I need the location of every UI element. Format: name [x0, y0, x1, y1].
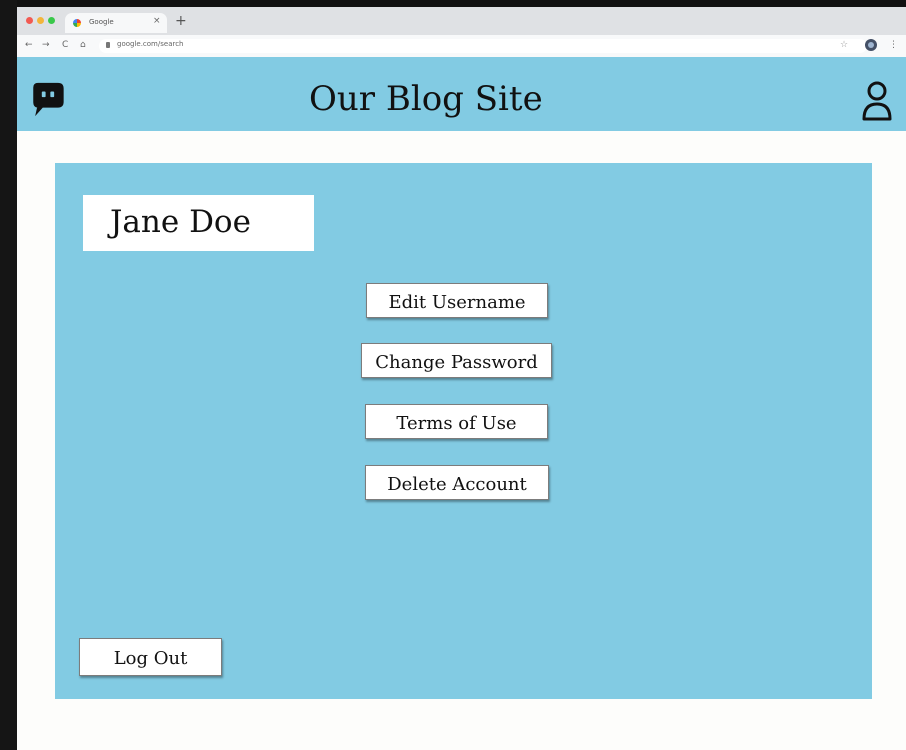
browser-tab[interactable]: Google ×	[65, 13, 167, 33]
reload-icon[interactable]: C	[62, 40, 68, 50]
google-logo-icon	[73, 19, 81, 27]
tab-close-icon[interactable]: ×	[153, 16, 161, 26]
close-window-control[interactable]	[26, 17, 33, 24]
bookmark-star-icon[interactable]: ☆	[840, 40, 848, 50]
back-icon[interactable]: ←	[25, 40, 33, 50]
user-icon[interactable]	[859, 80, 895, 122]
log-out-button[interactable]: Log Out	[79, 638, 222, 676]
browser-toolbar: ← → C ⌂ google.com/search ☆ ⋮	[17, 35, 906, 57]
browser-tab-title: Google	[89, 18, 114, 26]
terms-of-use-button[interactable]: Terms of Use	[365, 404, 548, 439]
chat-bubble-icon[interactable]	[28, 81, 67, 119]
profile-name: Jane Doe	[110, 204, 251, 240]
account-settings-panel: Jane Doe Edit Username Change Password T…	[55, 163, 872, 699]
site-title: Our Blog Site	[309, 79, 543, 119]
left-window-edge	[0, 0, 17, 750]
new-tab-icon[interactable]: +	[175, 14, 187, 28]
profile-name-card: Jane Doe	[83, 195, 314, 251]
browser-menu-icon[interactable]: ⋮	[889, 40, 898, 50]
maximize-window-control[interactable]	[48, 17, 55, 24]
home-icon[interactable]: ⌂	[80, 40, 86, 50]
edit-username-button[interactable]: Edit Username	[366, 283, 548, 318]
browser-profile-icon[interactable]	[865, 39, 877, 51]
address-text: google.com/search	[117, 40, 184, 48]
minimize-window-control[interactable]	[37, 17, 44, 24]
forward-icon[interactable]: →	[42, 40, 50, 50]
delete-account-button[interactable]: Delete Account	[365, 465, 549, 500]
change-password-button[interactable]: Change Password	[361, 343, 552, 378]
browser-window: Google × + ← → C ⌂ google.com/search ☆ ⋮…	[17, 7, 906, 750]
browser-chrome: Google × + ← → C ⌂ google.com/search ☆ ⋮	[17, 7, 906, 57]
address-bar[interactable]: google.com/search	[99, 39, 867, 53]
site-header: Our Blog Site	[17, 57, 906, 131]
lock-icon	[106, 42, 110, 48]
